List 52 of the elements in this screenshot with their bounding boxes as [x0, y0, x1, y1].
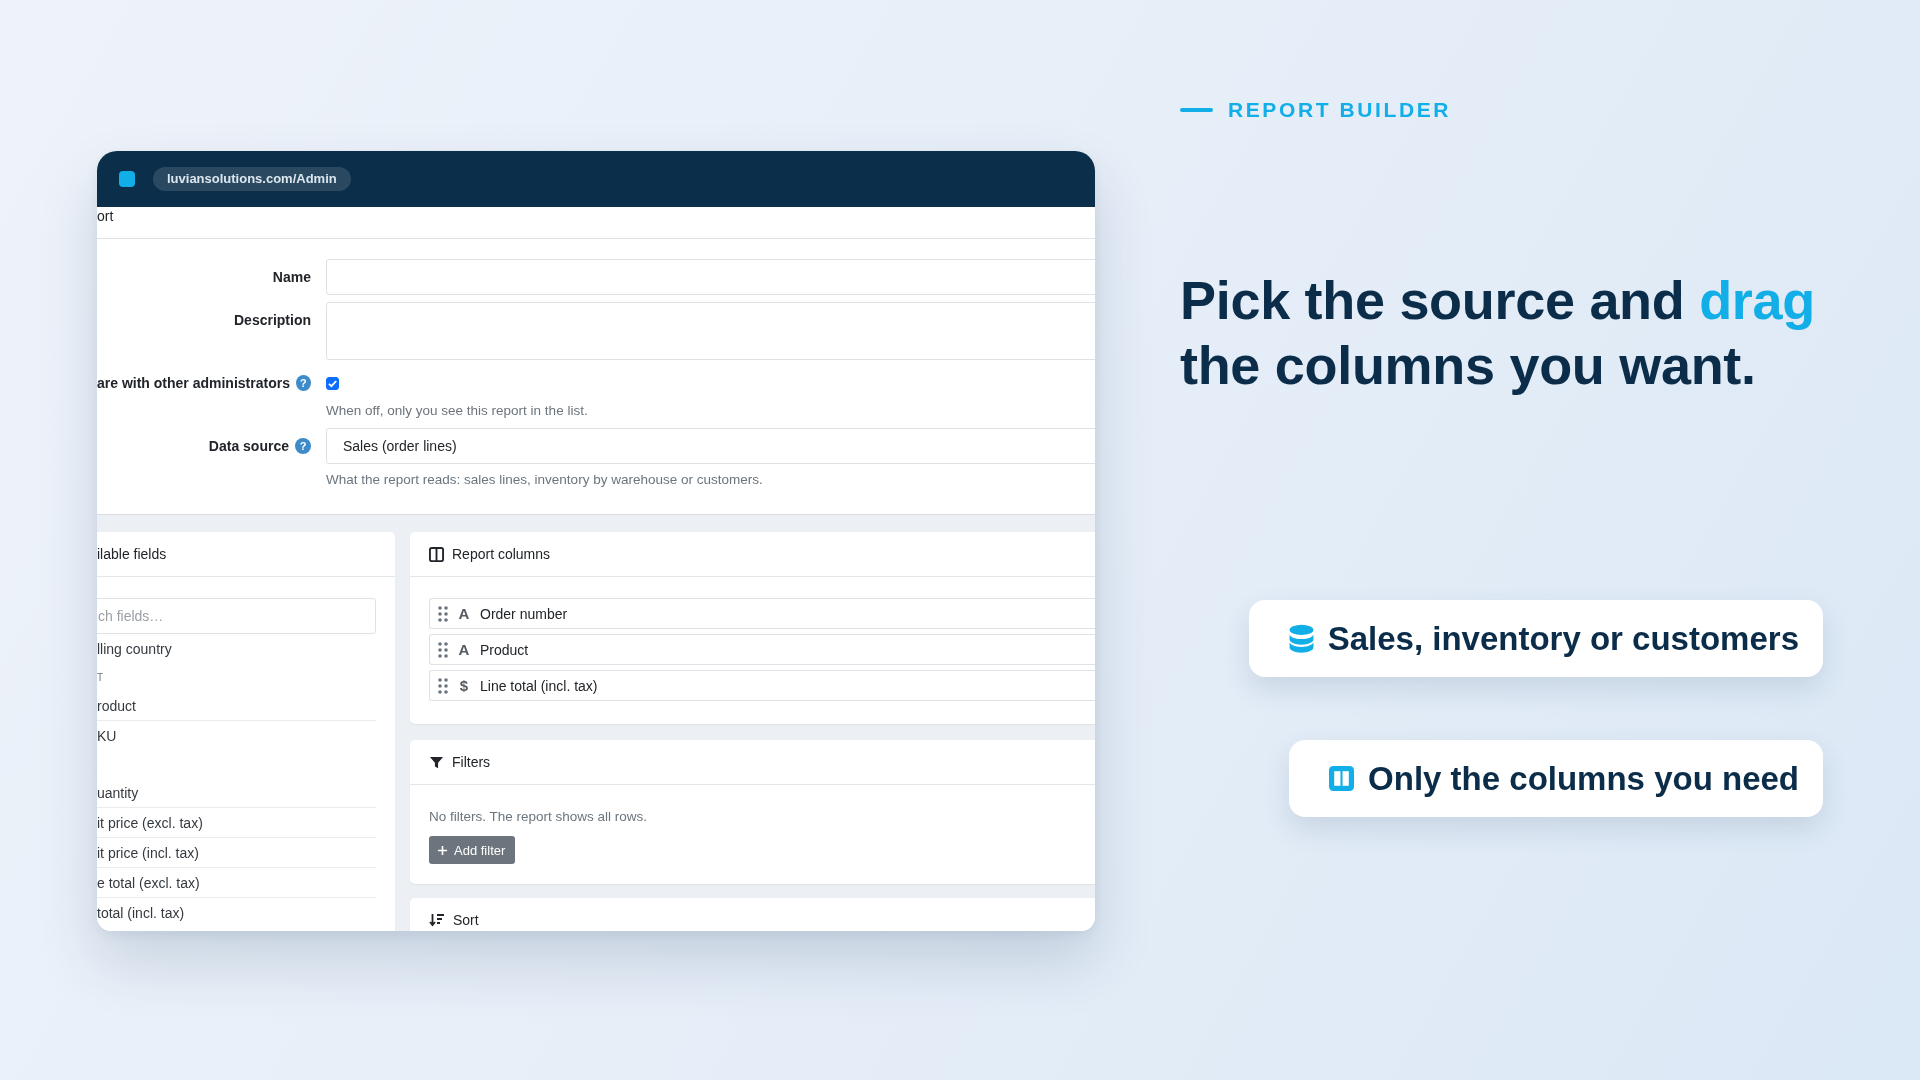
field-item[interactable]: roduct — [97, 691, 376, 721]
field-type-icon: A — [457, 640, 471, 659]
field-label: Data source — [208, 437, 289, 456]
help-icon[interactable]: ? — [295, 438, 311, 454]
plus-icon — [437, 844, 448, 856]
field-item[interactable]: KU — [97, 721, 376, 751]
name-input[interactable] — [326, 259, 1095, 295]
field-item[interactable]: uantity — [97, 778, 376, 808]
drag-handle-icon[interactable] — [438, 677, 448, 694]
dash-icon — [1180, 108, 1213, 112]
headline: Pick the source and drag the columns you want. — [1180, 269, 1816, 397]
breadcrumb[interactable]: ort — [97, 208, 114, 224]
panel-title: Filters — [452, 753, 491, 772]
field-item[interactable]: it price (incl. tax) — [97, 838, 376, 868]
panel-title: ilable fields — [97, 545, 167, 564]
field-type-icon: $ — [457, 676, 471, 695]
help-icon[interactable]: ? — [295, 375, 311, 391]
column-row[interactable]: $ Line total (incl. tax) — [429, 670, 1095, 701]
field-label: Name — [272, 268, 311, 287]
database-icon — [1288, 623, 1314, 654]
column-label: Product — [480, 640, 529, 660]
address-bar[interactable]: luviansolutions.com/Admin — [153, 167, 351, 191]
field-label: are with other administrators — [97, 374, 290, 393]
field-item[interactable]: total (incl. tax) — [97, 898, 376, 928]
column-row[interactable]: A Order number — [429, 598, 1095, 629]
field-label: Description — [234, 311, 311, 330]
drag-handle-icon[interactable] — [438, 605, 448, 622]
empty-message: No filters. The report shows all rows. — [429, 808, 648, 826]
funnel-icon — [429, 754, 444, 770]
field-hint: When off, only you see this report in the list. — [326, 402, 588, 420]
field-item[interactable]: e total (excl. tax) — [97, 868, 376, 898]
panel-title: Report columns — [452, 545, 551, 564]
drag-handle-icon[interactable] — [438, 641, 448, 658]
group-heading: T — [97, 671, 104, 684]
column-row[interactable]: A Product — [429, 634, 1095, 665]
columns-icon — [1329, 766, 1355, 791]
share-checkbox[interactable] — [326, 377, 339, 390]
column-label: Order number — [480, 604, 568, 624]
feature-text: Sales, inventory or customers — [1327, 618, 1799, 659]
columns-icon — [429, 546, 444, 562]
field-item[interactable]: it price (excl. tax) — [97, 808, 376, 838]
sort-icon — [429, 913, 445, 927]
panel-title: Sort — [453, 911, 479, 930]
field-hint: What the report reads: sales lines, inventory by warehouse or customers. — [326, 471, 763, 489]
feature-text: Only the columns you need — [1368, 758, 1799, 799]
data-source-select[interactable]: Sales (order lines) — [326, 428, 1095, 464]
search-field[interactable]: ch fields… — [97, 598, 376, 634]
eyebrow-label: REPORT BUILDER — [1228, 97, 1452, 123]
field-item[interactable]: lling country — [97, 634, 376, 664]
field-type-icon: A — [457, 604, 471, 623]
add-filter-button[interactable]: Add filter — [429, 836, 516, 864]
column-label: Line total (incl. tax) — [480, 676, 598, 696]
